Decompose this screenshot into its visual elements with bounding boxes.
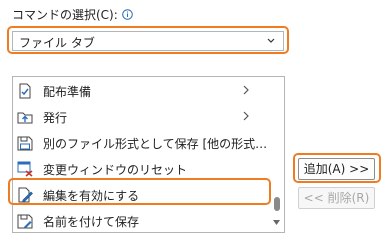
list-item-label: 編集を有効にする <box>43 189 140 203</box>
document-prepare-icon <box>19 83 31 99</box>
list-item-label: 変更ウィンドウのリセット <box>43 163 188 177</box>
chevron-right-icon <box>243 111 249 121</box>
chevron-down-icon <box>267 38 275 43</box>
list-item-label: 別のファイル形式として保存 [他の形式… <box>43 137 268 151</box>
reset-window-icon <box>17 161 33 177</box>
list-item-reset-window[interactable]: 変更ウィンドウのリセット <box>13 157 269 181</box>
save-as-icon <box>17 214 33 229</box>
scroll-down-arrow-icon[interactable] <box>273 220 280 225</box>
list-item-label: 配布準備 <box>43 85 92 99</box>
command-list[interactable]: 配布準備 発行 別のファイル形式として保存 [他の形式… 変更ウィンドウのリセッ… <box>12 76 285 233</box>
scrollbar-thumb[interactable] <box>274 197 280 211</box>
publish-icon <box>17 112 33 124</box>
list-item-save-as[interactable]: 名前を付けて保存 <box>13 209 269 232</box>
list-item-enable-editing[interactable]: 編集を有効にする <box>13 183 269 207</box>
chevron-right-icon <box>243 85 249 95</box>
list-scrollbar[interactable] <box>269 77 284 232</box>
dropdown-selected-value: ファイル タブ <box>19 36 95 50</box>
info-icon[interactable] <box>121 9 133 20</box>
save-as-other-format-icon <box>17 136 33 151</box>
remove-button[interactable]: << 削除(R) <box>298 187 375 209</box>
list-item-prepare[interactable]: 配布準備 <box>13 79 269 103</box>
list-item-label: 発行 <box>43 111 68 125</box>
command-category-dropdown[interactable]: ファイル タブ <box>12 31 284 51</box>
command-label-text: コマンドの選択(C): <box>12 8 118 22</box>
list-item-label: 名前を付けて保存 <box>43 215 140 229</box>
list-item-publish[interactable]: 発行 <box>13 105 269 129</box>
command-label: コマンドの選択(C): <box>12 6 133 23</box>
enable-editing-icon <box>18 187 33 203</box>
add-button[interactable]: 追加(A) >> <box>298 158 375 180</box>
list-item-save-other-format[interactable]: 別のファイル形式として保存 [他の形式… <box>13 131 269 155</box>
